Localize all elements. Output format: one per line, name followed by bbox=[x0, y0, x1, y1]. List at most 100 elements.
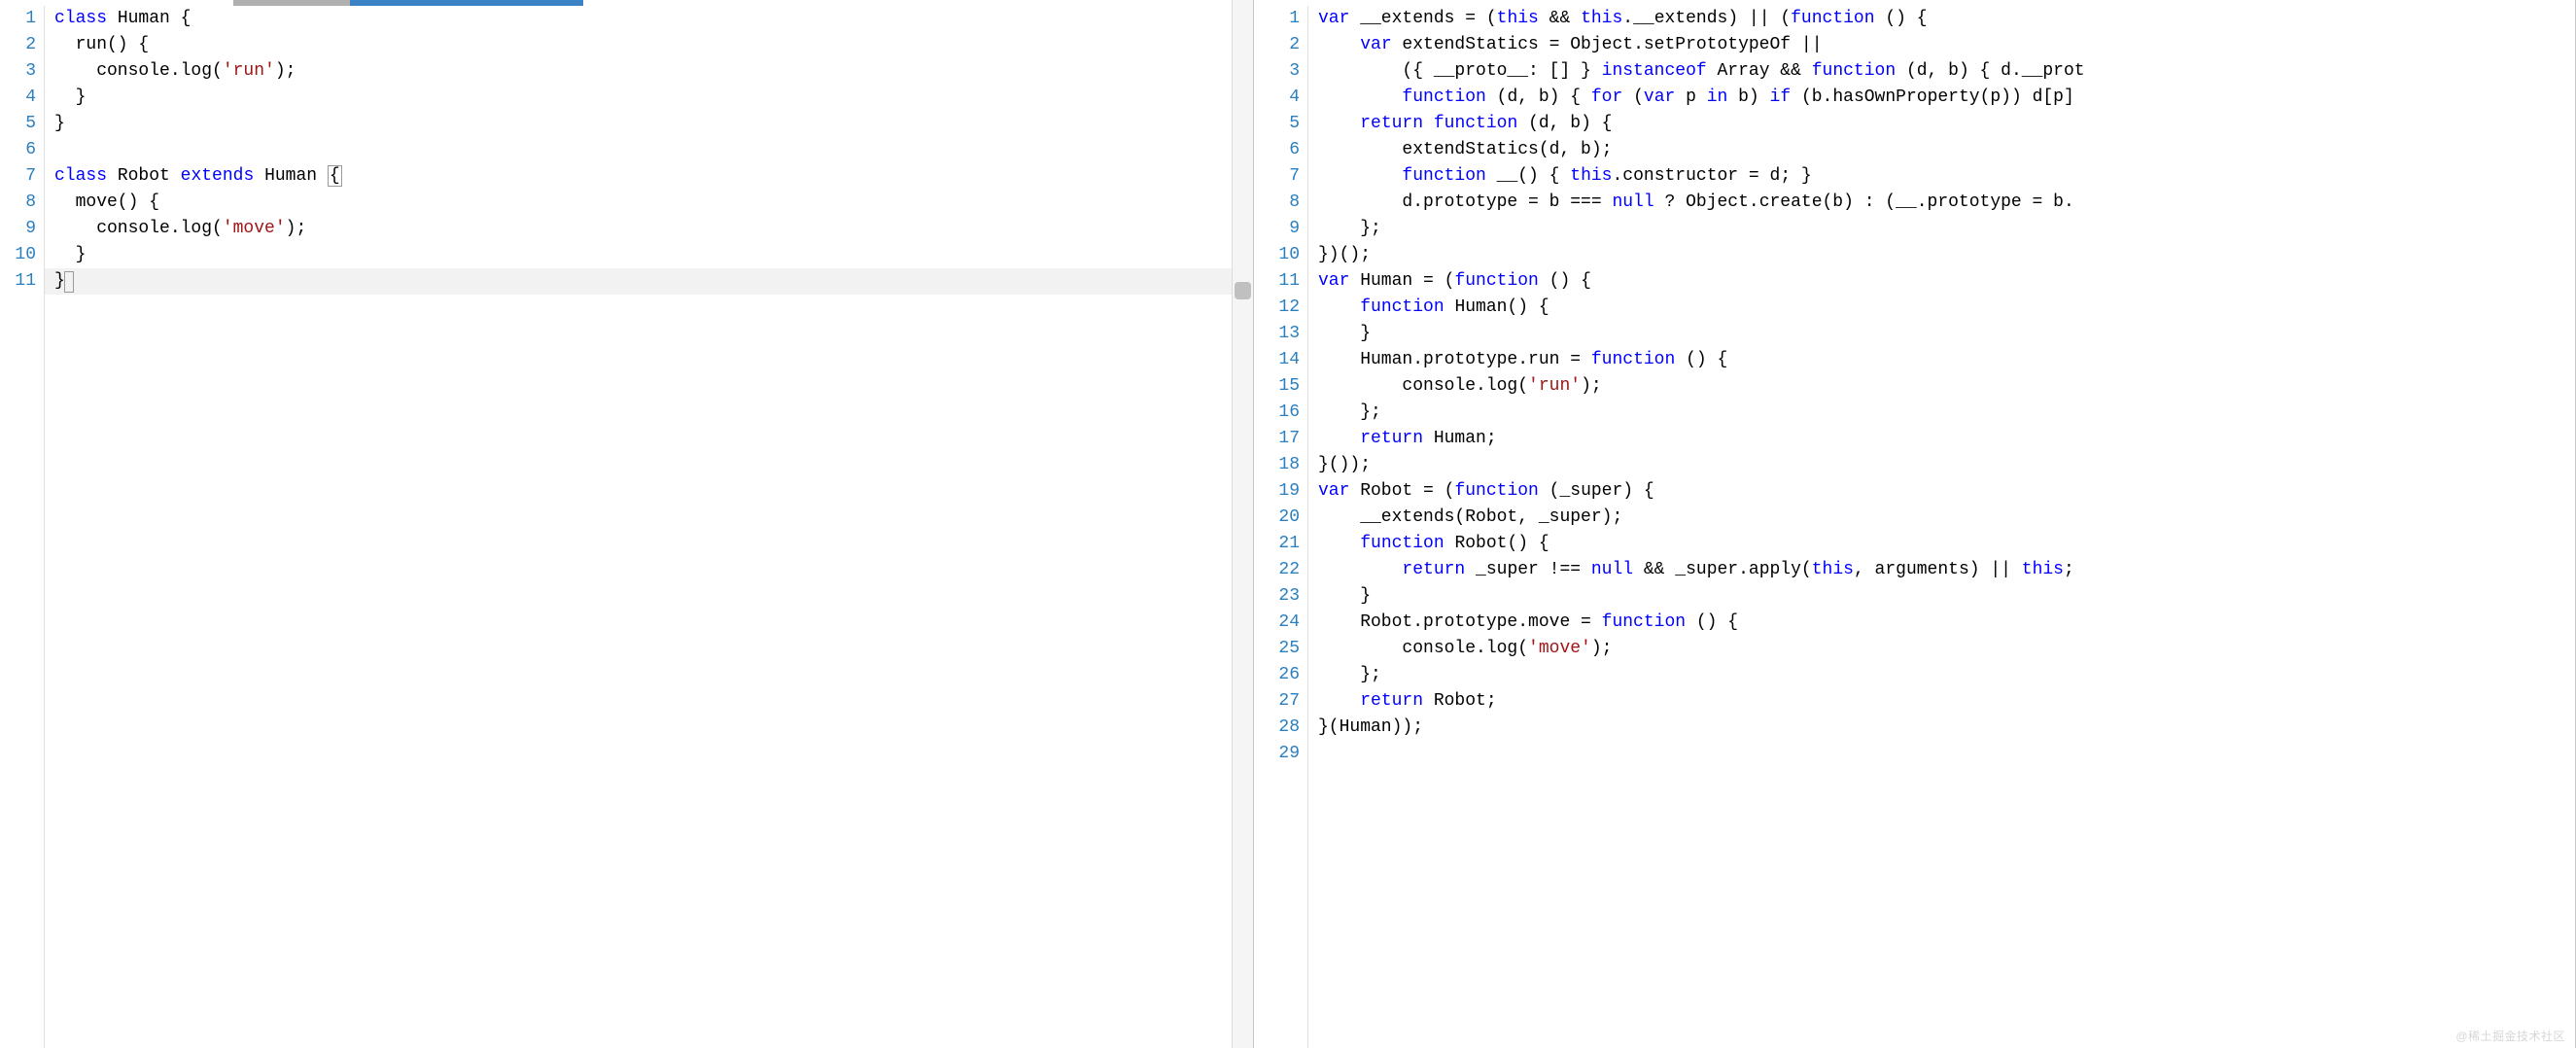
code-token: Human = ( bbox=[1349, 271, 1454, 291]
code-line[interactable]: }; bbox=[1318, 400, 2575, 426]
code-line[interactable]: function __() { this.constructor = d; } bbox=[1318, 163, 2575, 190]
code-line[interactable]: } bbox=[1318, 583, 2575, 610]
code-line[interactable]: ({ __proto__: [] } instanceof Array && f… bbox=[1318, 58, 2575, 85]
code-token: (_super) { bbox=[1539, 481, 1654, 501]
code-line[interactable]: } bbox=[54, 111, 1253, 137]
line-number: 28 bbox=[1254, 715, 1307, 741]
scrollbar-thumb[interactable] bbox=[1235, 282, 1251, 299]
code-line[interactable]: })(); bbox=[1318, 242, 2575, 268]
code-line[interactable]: run() { bbox=[54, 32, 1253, 58]
code-line[interactable]: return Robot; bbox=[1318, 688, 2575, 715]
line-number: 9 bbox=[0, 216, 44, 242]
code-line[interactable]: Human.prototype.run = function () { bbox=[1318, 347, 2575, 373]
code-line[interactable]: extendStatics(d, b); bbox=[1318, 137, 2575, 163]
code-line[interactable]: }; bbox=[1318, 662, 2575, 688]
code-token: Array && bbox=[1707, 61, 1812, 81]
code-token bbox=[1318, 297, 1360, 317]
code-line[interactable]: } bbox=[54, 85, 1253, 111]
code-token bbox=[1318, 691, 1360, 711]
code-line[interactable]: console.log('run'); bbox=[1318, 373, 2575, 400]
code-line[interactable]: console.log('move'); bbox=[54, 216, 1253, 242]
code-token: function bbox=[1402, 87, 1485, 107]
code-token bbox=[1318, 534, 1360, 553]
line-number: 27 bbox=[1254, 688, 1307, 715]
code-line[interactable]: var Robot = (function (_super) { bbox=[1318, 478, 2575, 505]
left-code-area[interactable]: class Human { run() { console.log('run')… bbox=[45, 0, 1253, 1048]
matching-bracket-mark: { bbox=[328, 165, 342, 187]
code-line[interactable] bbox=[54, 137, 1253, 163]
line-number: 7 bbox=[1254, 163, 1307, 190]
line-number: 8 bbox=[0, 190, 44, 216]
code-line[interactable]: } bbox=[45, 268, 1253, 295]
code-line[interactable]: var extendStatics = Object.setPrototypeO… bbox=[1318, 32, 2575, 58]
code-line[interactable]: __extends(Robot, _super); bbox=[1318, 505, 2575, 531]
code-token: Human { bbox=[107, 9, 191, 28]
code-token: function bbox=[1602, 612, 1686, 632]
left-scrollbar[interactable] bbox=[1232, 0, 1253, 1048]
line-number: 20 bbox=[1254, 505, 1307, 531]
code-line[interactable]: function (d, b) { for (var p in b) if (b… bbox=[1318, 85, 2575, 111]
code-token: return bbox=[1360, 114, 1423, 133]
code-token: Human; bbox=[1423, 429, 1497, 448]
code-token: this bbox=[1570, 166, 1612, 186]
code-token: if bbox=[1770, 87, 1792, 107]
code-line[interactable]: } bbox=[1318, 321, 2575, 347]
code-token bbox=[1318, 166, 1402, 186]
code-token: function bbox=[1791, 9, 1874, 28]
code-token: var bbox=[1318, 271, 1349, 291]
code-line[interactable]: }(Human)); bbox=[1318, 715, 2575, 741]
code-line[interactable]: class Robot extends Human { bbox=[54, 163, 1253, 190]
code-token: function bbox=[1812, 61, 1896, 81]
code-token: b) bbox=[1727, 87, 1769, 107]
code-line[interactable] bbox=[1318, 741, 2575, 767]
line-number: 3 bbox=[0, 58, 44, 85]
code-line[interactable]: return function (d, b) { bbox=[1318, 111, 2575, 137]
code-line[interactable]: }; bbox=[1318, 216, 2575, 242]
line-number: 21 bbox=[1254, 531, 1307, 557]
line-number: 4 bbox=[1254, 85, 1307, 111]
code-token: function bbox=[1434, 114, 1517, 133]
code-token: Robot = ( bbox=[1349, 481, 1454, 501]
code-token: }()); bbox=[1318, 455, 1371, 474]
tab-segment[interactable] bbox=[1254, 0, 1273, 6]
code-token: run() { bbox=[54, 35, 149, 54]
left-line-gutter: 1234567891011 bbox=[0, 0, 45, 1048]
line-number: 5 bbox=[0, 111, 44, 137]
left-editor-pane: 1234567891011 class Human { run() { cons… bbox=[0, 0, 1254, 1048]
code-token: __extends(Robot, _super); bbox=[1318, 507, 1622, 527]
code-line[interactable]: class Human { bbox=[54, 6, 1253, 32]
code-line[interactable]: function Human() { bbox=[1318, 295, 2575, 321]
code-line[interactable]: Robot.prototype.move = function () { bbox=[1318, 610, 2575, 636]
code-token: .__extends) || ( bbox=[1622, 9, 1791, 28]
right-line-gutter: 1234567891011121314151617181920212223242… bbox=[1254, 0, 1308, 1048]
code-token: extendStatics(d, b); bbox=[1318, 140, 1612, 159]
line-number: 19 bbox=[1254, 478, 1307, 505]
line-number: 4 bbox=[0, 85, 44, 111]
code-token: ({ __proto__: [] } bbox=[1318, 61, 1602, 81]
code-token: }; bbox=[1318, 219, 1381, 238]
code-token: class bbox=[54, 9, 107, 28]
code-line[interactable]: } bbox=[54, 242, 1253, 268]
code-token bbox=[1318, 87, 1402, 107]
code-token: Human() { bbox=[1445, 297, 1549, 317]
code-token: () { bbox=[1875, 9, 1928, 28]
right-code-area[interactable]: var __extends = (this && this.__extends)… bbox=[1308, 0, 2575, 1048]
code-line[interactable]: return Human; bbox=[1318, 426, 2575, 452]
code-token: } bbox=[54, 87, 86, 107]
code-line[interactable]: d.prototype = b === null ? Object.create… bbox=[1318, 190, 2575, 216]
code-token: ); bbox=[286, 219, 307, 238]
code-line[interactable]: move() { bbox=[54, 190, 1253, 216]
code-token: Robot bbox=[107, 166, 181, 186]
code-line[interactable]: console.log('run'); bbox=[54, 58, 1253, 85]
code-line[interactable]: var Human = (function () { bbox=[1318, 268, 2575, 295]
code-token: this bbox=[1812, 560, 1854, 579]
code-token: null bbox=[1591, 560, 1633, 579]
code-token: (b.hasOwnProperty(p)) d[p] bbox=[1791, 87, 2074, 107]
code-line[interactable]: }()); bbox=[1318, 452, 2575, 478]
code-token: _super !== bbox=[1465, 560, 1591, 579]
code-line[interactable]: function Robot() { bbox=[1318, 531, 2575, 557]
code-token: in bbox=[1707, 87, 1728, 107]
code-line[interactable]: return _super !== null && _super.apply(t… bbox=[1318, 557, 2575, 583]
code-line[interactable]: var __extends = (this && this.__extends)… bbox=[1318, 6, 2575, 32]
code-line[interactable]: console.log('move'); bbox=[1318, 636, 2575, 662]
